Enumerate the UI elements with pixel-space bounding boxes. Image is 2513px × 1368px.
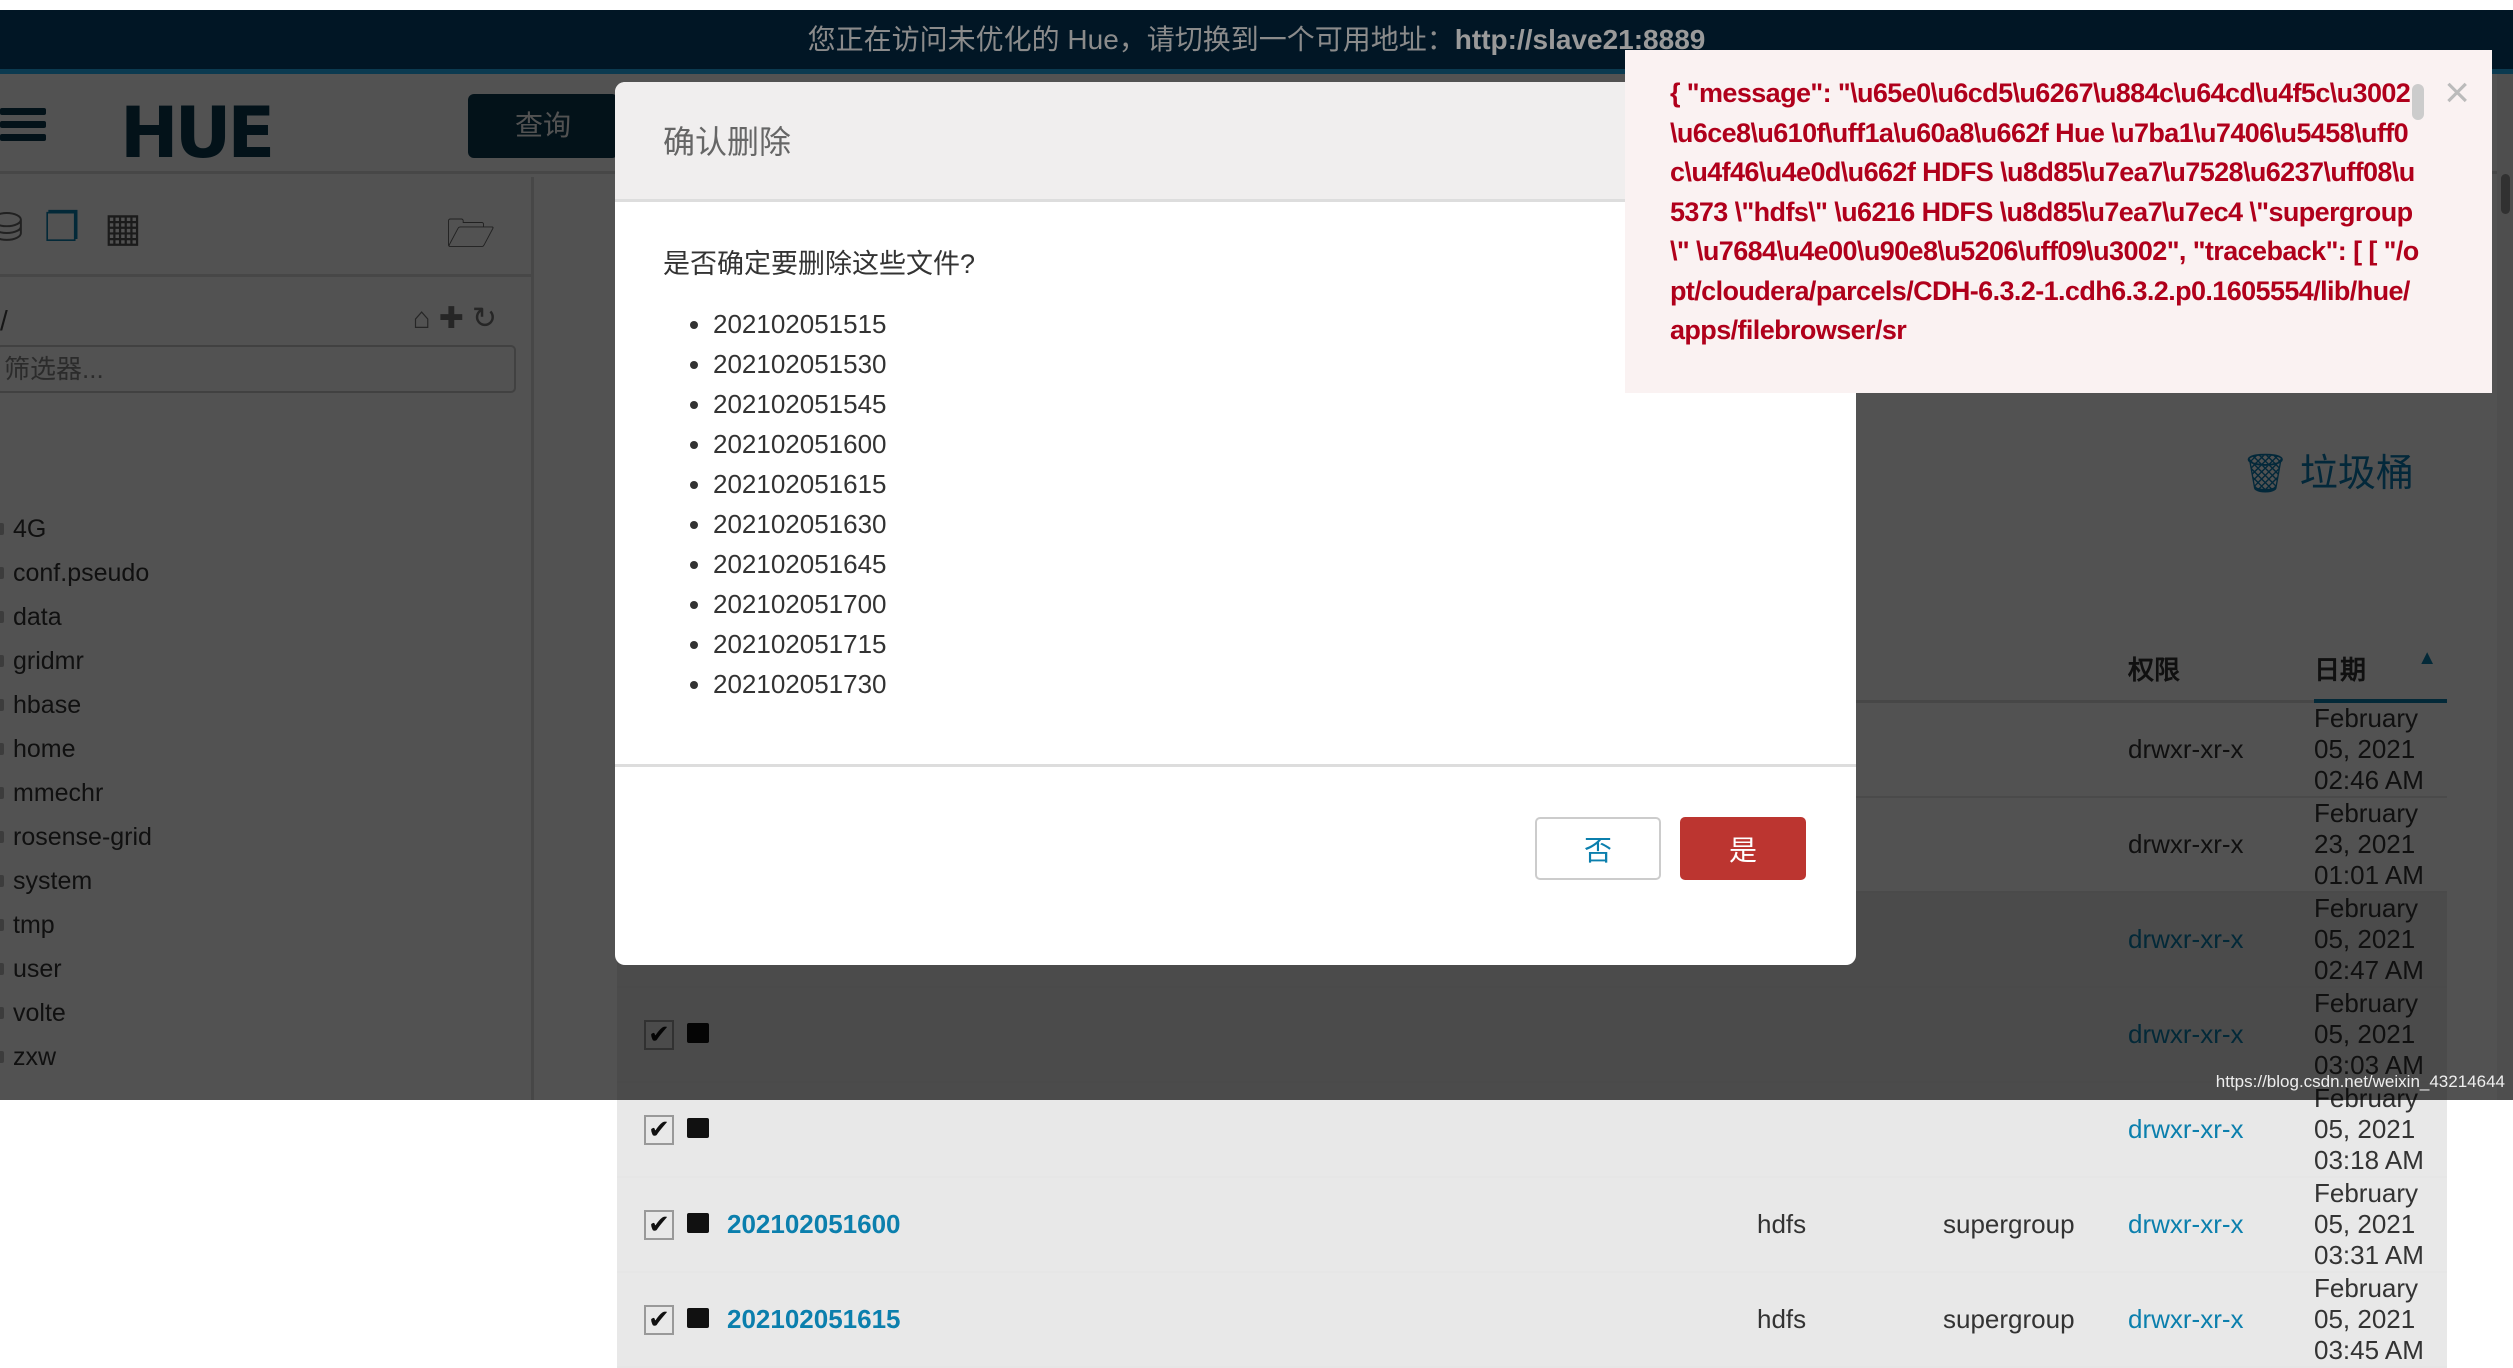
date-cell: February 05, 2021 03:31 AM [2314,1177,2447,1272]
row-checkbox[interactable]: ✔ [644,1210,674,1240]
row-checkbox[interactable]: ✔ [644,1115,674,1145]
permission-link[interactable]: drwxr-xr-x [2128,1304,2244,1334]
user-cell: hdfs [1757,1272,1943,1367]
close-icon[interactable]: × [2444,68,2470,118]
dialog-footer: 否 是 [615,764,1856,767]
watermark: https://blog.csdn.net/weixin_43214644 [2216,1072,2505,1092]
file-list-item: 202102051600 [713,424,1808,464]
file-list-item: 202102051645 [713,544,1808,584]
toast-scrollbar[interactable] [2412,84,2424,120]
trash-label: 垃圾桶 [2300,453,2414,495]
file-list-item: 202102051715 [713,624,1808,664]
row-checkbox[interactable]: ✔ [644,1305,674,1335]
file-name-link[interactable]: 202102051600 [727,1209,901,1239]
trash-button[interactable]: 🗑 垃圾桶 [2241,442,2414,497]
folder-icon [687,1213,709,1233]
folder-icon [687,1118,709,1138]
top-strip [0,0,2513,10]
table-row[interactable]: ✔ 202102051600 hdfssupergroupdrwxr-xr-x Feb… [617,1177,2447,1272]
error-notification: { "message": "\u65e0\u6cd5\u6267\u884c\u… [1625,50,2492,393]
folder-icon [687,1308,709,1328]
group-cell: supergroup [1943,1177,2128,1272]
table-row[interactable]: ✔ 202102051615 hdfssupergroupdrwxr-xr-x Feb… [617,1272,2447,1367]
file-list-item: 202102051630 [713,504,1808,544]
filter-input[interactable]: 筛选器... [0,345,516,393]
file-list-item: 202102051700 [713,584,1808,624]
error-message: { "message": "\u65e0\u6cd5\u6267\u884c\u… [1670,74,2422,351]
trash-icon: 🗑 [2241,453,2289,495]
user-cell: hdfs [1757,1177,1943,1272]
file-list-item: 202102051730 [713,664,1808,704]
banner-text: 您正在访问未优化的 Hue，请切换到一个可用地址： [808,24,1455,55]
yes-button[interactable]: 是 [1680,817,1806,880]
file-name-link[interactable]: 202102051615 [727,1304,901,1334]
permission-link[interactable]: drwxr-xr-x [2128,1209,2244,1239]
permission-link[interactable]: drwxr-xr-x [2128,1114,2244,1144]
no-button[interactable]: 否 [1535,817,1661,880]
group-cell: supergroup [1943,1272,2128,1367]
file-list-item: 202102051615 [713,464,1808,504]
date-cell: February 05, 2021 03:45 AM [2314,1272,2447,1367]
